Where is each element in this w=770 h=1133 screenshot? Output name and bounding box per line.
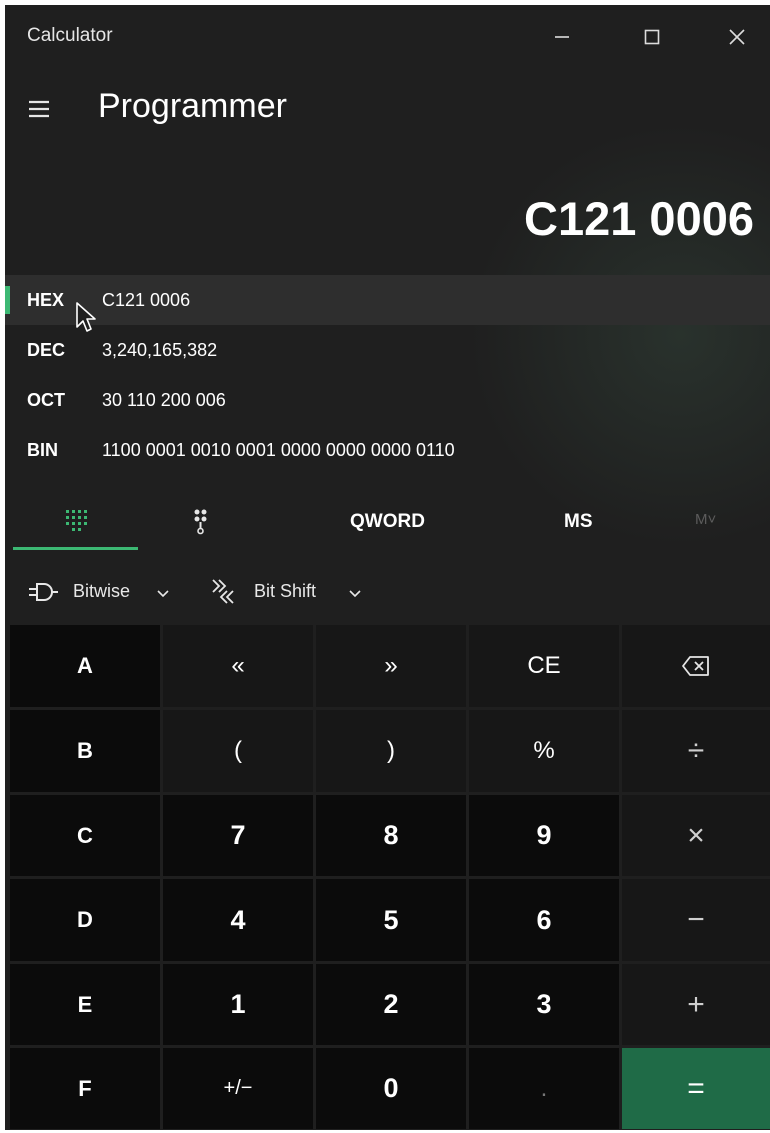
key-decimal[interactable]: . xyxy=(469,1048,619,1129)
maximize-icon xyxy=(644,29,660,45)
maximize-button[interactable] xyxy=(620,5,684,69)
full-keypad-icon xyxy=(66,510,87,531)
logic-gate-icon xyxy=(29,583,58,601)
radix-row-oct[interactable]: OCT 30 110 200 006 xyxy=(5,375,770,425)
mouse-cursor-icon xyxy=(76,302,96,332)
memory-store-button[interactable]: MS xyxy=(545,493,625,553)
key-divide[interactable]: ÷ xyxy=(622,710,770,792)
close-button[interactable] xyxy=(705,5,769,69)
key-9[interactable]: 9 xyxy=(469,795,619,876)
backspace-icon xyxy=(682,656,709,676)
key-rotate-right[interactable]: » xyxy=(316,625,466,707)
radix-label: DEC xyxy=(27,340,66,360)
radix-label: OCT xyxy=(27,390,65,410)
navigation-menu-button[interactable] xyxy=(23,83,75,135)
key-6[interactable]: 6 xyxy=(469,879,619,961)
key-8[interactable]: 8 xyxy=(316,795,466,876)
keypad-toolbar: QWORD MS M˅ xyxy=(5,493,770,553)
key-a[interactable]: A xyxy=(10,625,160,707)
bitwise-label: Bitwise xyxy=(73,581,131,601)
key-2[interactable]: 2 xyxy=(316,964,466,1045)
bit-shift-icon xyxy=(212,579,234,604)
calculator-window: Calculator Programmer C121 0006 HEX C121… xyxy=(5,5,770,1130)
chevron-down-icon xyxy=(157,590,169,598)
word-size-label: QWORD xyxy=(350,511,425,532)
bit-operations-row: Bitwise Bit Shift xyxy=(5,567,770,617)
key-3[interactable]: 3 xyxy=(469,964,619,1045)
radix-label: HEX xyxy=(27,290,65,310)
bit-shift-dropdown[interactable]: Bit Shift xyxy=(205,567,375,617)
key-b[interactable]: B xyxy=(10,710,160,792)
key-4[interactable]: 4 xyxy=(163,879,313,961)
key-modulo[interactable]: % xyxy=(469,710,619,792)
key-0[interactable]: 0 xyxy=(316,1048,466,1129)
radix-list: HEX C121 0006 DEC 3,240,165,382 OCT 30 1… xyxy=(5,275,770,475)
title-bar: Calculator xyxy=(5,5,770,69)
key-open-paren[interactable]: ( xyxy=(163,710,313,792)
full-keypad-tab[interactable] xyxy=(25,493,125,553)
word-size-button[interactable]: QWORD xyxy=(325,493,455,553)
memory-store-label: MS xyxy=(564,511,593,532)
radix-row-dec[interactable]: DEC 3,240,165,382 xyxy=(5,325,770,375)
radix-value: 3,240,165,382 xyxy=(102,340,218,360)
mode-title: Programmer xyxy=(98,87,287,125)
key-close-paren[interactable]: ) xyxy=(316,710,466,792)
key-negate[interactable]: +/− xyxy=(163,1048,313,1129)
radix-row-bin[interactable]: BIN 1100 0001 0010 0001 0000 0000 0000 0… xyxy=(5,425,770,475)
keypad: A « » CE B ( ) % ÷ C 7 8 9 × D 4 5 6 − E… xyxy=(10,625,770,1129)
minimize-button[interactable] xyxy=(530,5,594,69)
key-rotate-left[interactable]: « xyxy=(163,625,313,707)
radix-value: 30 110 200 006 xyxy=(102,390,226,410)
bit-toggling-tab[interactable] xyxy=(175,493,275,553)
key-d[interactable]: D xyxy=(10,879,160,961)
key-c[interactable]: C xyxy=(10,795,160,876)
key-add[interactable]: + xyxy=(622,964,770,1045)
result-display: C121 0006 xyxy=(524,192,754,245)
key-subtract[interactable]: − xyxy=(622,879,770,961)
radix-label: BIN xyxy=(27,440,58,460)
bitwise-dropdown[interactable]: Bitwise xyxy=(25,567,185,617)
bit-toggling-keypad-icon xyxy=(194,509,207,535)
app-title: Calculator xyxy=(27,25,113,46)
memory-recall-button[interactable]: M˅ xyxy=(675,493,755,553)
radix-row-hex[interactable]: HEX C121 0006 xyxy=(5,275,770,325)
selection-indicator xyxy=(5,286,10,314)
close-icon xyxy=(729,29,745,45)
key-equals[interactable]: = xyxy=(622,1048,770,1129)
minimize-icon xyxy=(555,36,569,38)
key-backspace[interactable] xyxy=(622,625,770,707)
key-5[interactable]: 5 xyxy=(316,879,466,961)
hamburger-menu-icon xyxy=(29,100,49,118)
key-e[interactable]: E xyxy=(10,964,160,1045)
key-7[interactable]: 7 xyxy=(163,795,313,876)
radix-value: C121 0006 xyxy=(102,290,191,310)
bit-shift-label: Bit Shift xyxy=(254,581,317,601)
radix-value: 1100 0001 0010 0001 0000 0000 0000 0110 xyxy=(102,440,455,460)
key-1[interactable]: 1 xyxy=(163,964,313,1045)
key-f[interactable]: F xyxy=(10,1048,160,1129)
memory-recall-label: M˅ xyxy=(695,511,717,528)
active-tab-indicator xyxy=(13,547,138,550)
key-multiply[interactable]: × xyxy=(622,795,770,876)
key-clear-entry[interactable]: CE xyxy=(469,625,619,707)
chevron-down-icon xyxy=(349,590,361,598)
